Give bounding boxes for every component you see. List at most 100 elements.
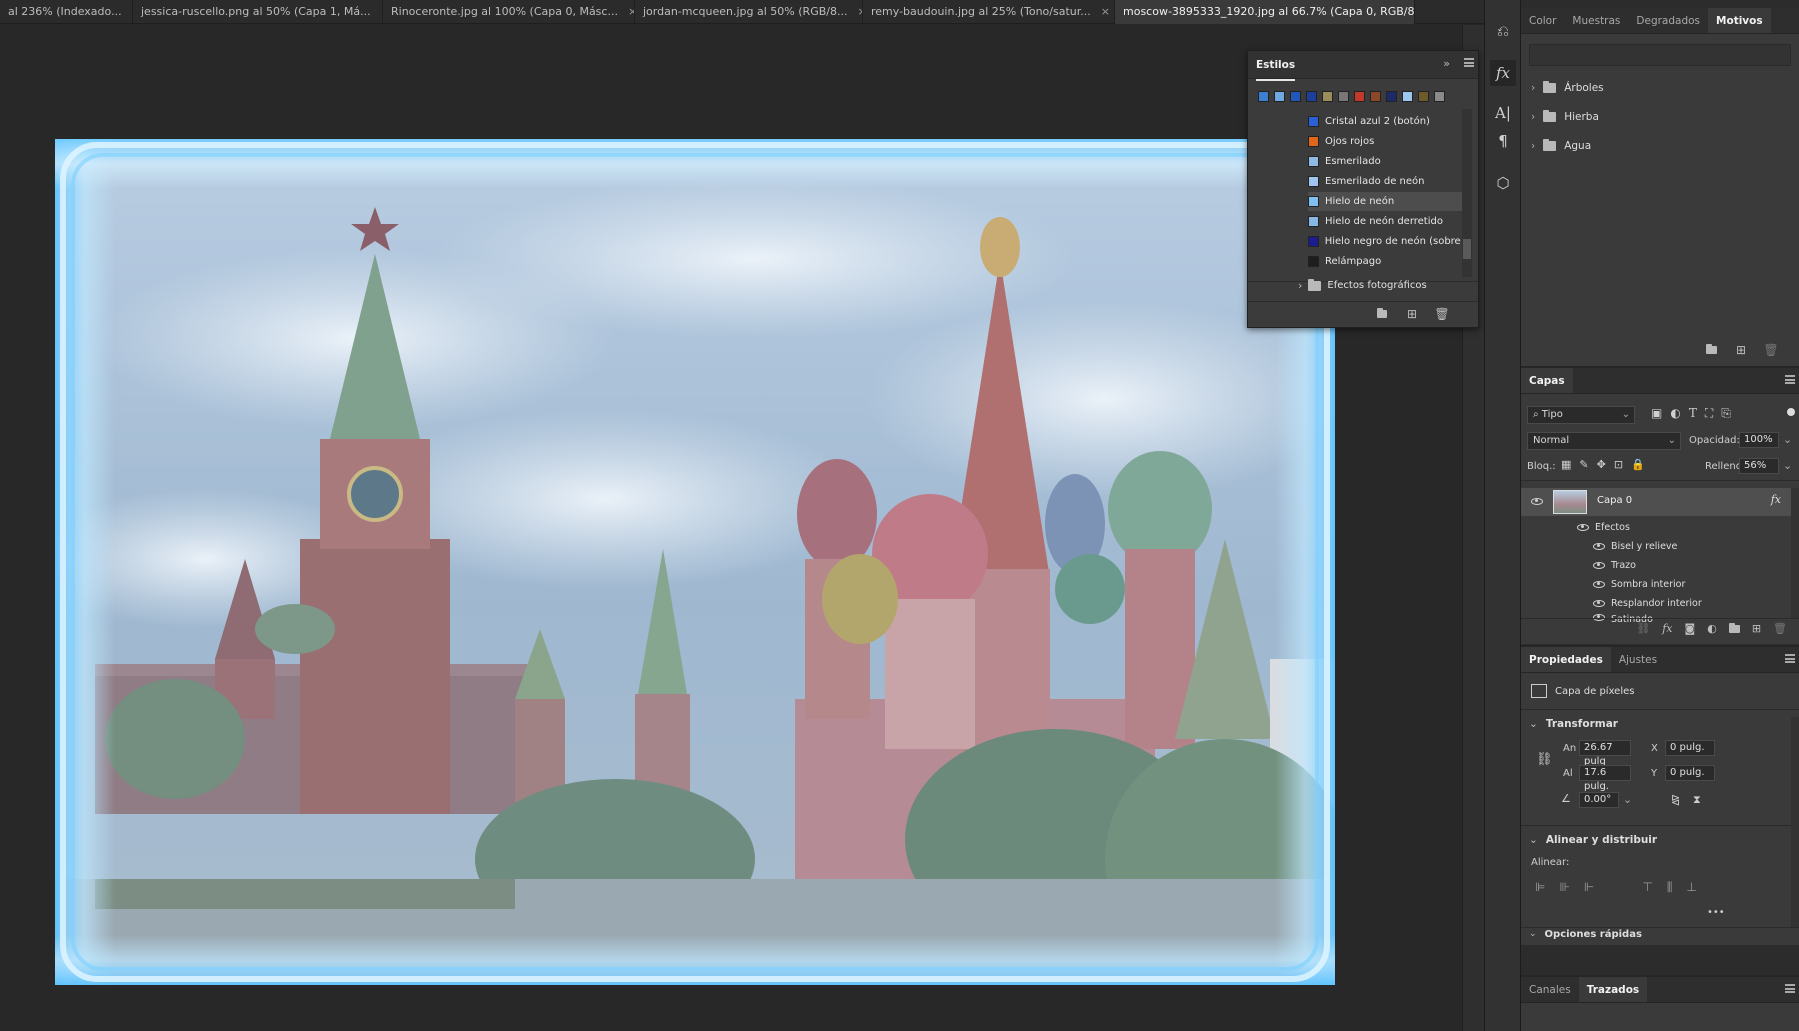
fx-icon[interactable]: fx — [1771, 493, 1781, 506]
history-icon[interactable]: ⎌ — [1490, 18, 1516, 44]
more-options-icon[interactable]: ••• — [1707, 907, 1725, 918]
effect-row[interactable]: Bisel y relieve — [1521, 538, 1799, 555]
filter-pixel-icon[interactable]: ▣ — [1651, 406, 1662, 421]
layers-scrollbar[interactable] — [1791, 488, 1799, 618]
x-input[interactable]: 0 pulg. — [1665, 740, 1715, 756]
flip-vertical-icon[interactable]: ⧗ — [1693, 793, 1701, 807]
align-right-icon[interactable]: ⊩ — [1584, 880, 1594, 895]
doc-tab-active[interactable]: moscow-3895333_1920.jpg al 66.7% (Capa 0… — [1115, 0, 1415, 24]
width-input[interactable]: 26.67 pulg — [1579, 740, 1631, 767]
pattern-folder[interactable]: › Hierba — [1521, 105, 1799, 129]
fill-input[interactable]: 56% — [1739, 458, 1779, 474]
panel-menu-icon[interactable] — [1464, 58, 1474, 67]
link-proportions-icon[interactable]: ⛓ — [1536, 752, 1553, 767]
align-hcenter-icon[interactable]: ⊪ — [1559, 880, 1569, 895]
chevron-down-icon[interactable]: ⌄ — [1783, 433, 1792, 446]
visibility-eye-icon[interactable] — [1593, 581, 1605, 588]
style-swatch[interactable] — [1370, 91, 1381, 102]
new-group-icon[interactable] — [1374, 306, 1390, 322]
properties-scrollbar[interactable] — [1791, 717, 1799, 927]
lock-brush-icon[interactable]: ✎ — [1579, 458, 1588, 471]
chevron-right-icon[interactable]: › — [1298, 279, 1302, 292]
align-top-icon[interactable]: ⊤ — [1642, 880, 1652, 895]
chevron-down-icon[interactable]: ⌄ — [1623, 793, 1632, 806]
visibility-eye-icon[interactable] — [1577, 524, 1589, 531]
new-group-icon[interactable] — [1728, 622, 1740, 635]
effect-row[interactable]: Resplandor interior — [1521, 595, 1799, 612]
align-bottom-icon[interactable]: ⊥ — [1686, 880, 1696, 895]
effect-row[interactable]: Trazo — [1521, 557, 1799, 574]
style-swatch[interactable] — [1322, 91, 1333, 102]
trash-icon[interactable]: 🗑 — [1763, 342, 1779, 358]
blend-mode-select[interactable]: Normal ⌄ — [1527, 432, 1681, 450]
panel-menu-icon[interactable] — [1785, 654, 1795, 663]
style-item[interactable]: Hielo negro de neón (sobre n — [1308, 232, 1466, 251]
style-group-row[interactable]: › Efectos fotográficos — [1298, 278, 1427, 292]
style-list-scrollbar[interactable] — [1462, 109, 1472, 277]
style-swatch[interactable] — [1402, 91, 1413, 102]
document-canvas[interactable] — [55, 139, 1335, 985]
tab-ajustes[interactable]: Ajustes — [1611, 647, 1665, 672]
doc-tab-1[interactable]: al 236% (Indexado...× — [0, 0, 133, 24]
paragraph-icon[interactable]: ¶ — [1490, 128, 1516, 154]
filter-type-icon[interactable]: T — [1689, 406, 1697, 421]
opacity-input[interactable]: 100% — [1739, 432, 1779, 448]
filter-shape-icon[interactable]: ⛶ — [1705, 406, 1713, 421]
tab-motivos[interactable]: Motivos — [1708, 8, 1771, 33]
new-layer-icon[interactable]: ⊞ — [1752, 622, 1761, 635]
new-style-icon[interactable]: ⊞ — [1404, 306, 1420, 322]
layer-filter-select[interactable]: ⌕ Tipo ⌄ — [1527, 406, 1635, 424]
doc-tab-5[interactable]: remy-baudouin.jpg al 25% (Tono/satur... × — [863, 0, 1115, 24]
new-pattern-icon[interactable]: ⊞ — [1733, 342, 1749, 358]
doc-tab-2[interactable]: jessica-ruscello.png al 50% (Capa 1, Má.… — [133, 0, 383, 24]
style-item[interactable]: Hielo de neón derretido — [1308, 212, 1466, 231]
filter-adjustment-icon[interactable]: ◐ — [1670, 406, 1680, 421]
style-swatch[interactable] — [1258, 91, 1269, 102]
y-input[interactable]: 0 pulg. — [1665, 765, 1715, 781]
effect-row[interactable]: Sombra interior — [1521, 576, 1799, 593]
lock-all-icon[interactable]: 🔒 — [1631, 458, 1645, 471]
link-icon[interactable]: ⛓ — [1636, 622, 1650, 635]
pattern-folder[interactable]: › Árboles — [1521, 76, 1799, 100]
lock-transparency-icon[interactable]: ▦ — [1561, 458, 1571, 471]
style-swatch[interactable] — [1290, 91, 1301, 102]
style-item[interactable]: Hielo de neón — [1308, 192, 1466, 211]
fx-styles-icon[interactable]: fx — [1490, 60, 1516, 86]
align-left-icon[interactable]: ⊫ — [1535, 880, 1545, 895]
visibility-eye-icon[interactable] — [1593, 562, 1605, 569]
style-swatch[interactable] — [1338, 91, 1349, 102]
height-input[interactable]: 17.6 pulg. — [1579, 765, 1631, 792]
close-icon[interactable]: × — [628, 1, 634, 23]
trash-icon[interactable]: 🗑 — [1773, 622, 1787, 635]
style-item[interactable]: Ojos rojos — [1308, 132, 1466, 151]
3d-cube-icon[interactable]: ⬡ — [1490, 170, 1516, 196]
filter-smart-icon[interactable]: ⎘ — [1721, 406, 1731, 421]
mask-icon[interactable]: ◙ — [1685, 622, 1696, 635]
style-swatch[interactable] — [1386, 91, 1397, 102]
doc-tab-4[interactable]: jordan-mcqueen.jpg al 50% (RGB/8...× — [635, 0, 863, 24]
chevron-down-icon[interactable]: ⌄ — [1783, 459, 1792, 472]
style-item[interactable]: Cristal azul 2 (botón) — [1308, 112, 1466, 131]
new-group-icon[interactable] — [1703, 342, 1719, 358]
angle-input[interactable]: 0.00° — [1579, 792, 1619, 808]
visibility-eye-icon[interactable] — [1593, 600, 1605, 607]
tab-canales[interactable]: Canales — [1521, 977, 1579, 1002]
adjustment-icon[interactable]: ◐ — [1707, 622, 1717, 635]
style-item[interactable]: Esmerilado de neón — [1308, 172, 1466, 191]
style-swatch[interactable] — [1274, 91, 1285, 102]
trash-icon[interactable]: 🗑 — [1434, 306, 1450, 322]
tab-capas[interactable]: Capas — [1521, 368, 1573, 393]
tab-degradados[interactable]: Degradados — [1628, 8, 1708, 33]
character-icon[interactable]: A| — [1490, 100, 1516, 126]
quick-actions-header[interactable]: ⌄ Opciones rápidas — [1521, 929, 1799, 941]
collapse-icon[interactable]: » — [1443, 57, 1450, 70]
lock-position-icon[interactable]: ✥ — [1597, 458, 1606, 471]
align-header[interactable]: ⌄ Alinear y distribuir — [1521, 831, 1799, 849]
pattern-folder[interactable]: › Agua — [1521, 134, 1799, 158]
align-vcenter-icon[interactable]: ⫼ — [1667, 880, 1673, 895]
filter-toggle[interactable] — [1787, 408, 1795, 416]
transform-header[interactable]: ⌄ Transformar — [1521, 715, 1799, 733]
panel-menu-icon[interactable] — [1785, 375, 1795, 384]
layer-row[interactable]: Capa 0 fx — [1521, 488, 1791, 516]
style-swatch[interactable] — [1306, 91, 1317, 102]
